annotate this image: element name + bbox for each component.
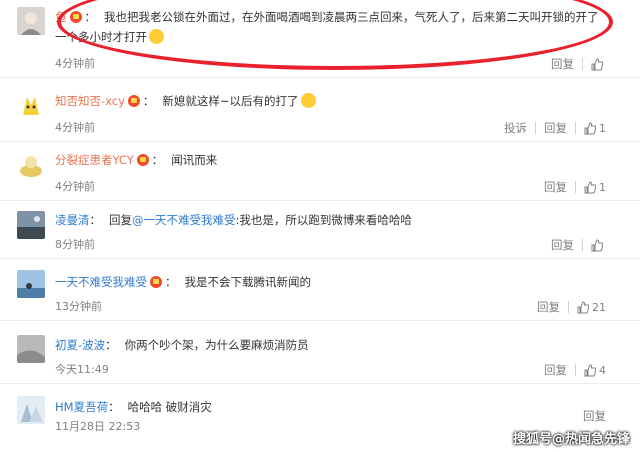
- comment-actions: 回复: [543, 56, 606, 72]
- username[interactable]: 知否知否-xcy: [55, 94, 125, 108]
- colon-text: ：: [151, 153, 164, 167]
- divider: [575, 364, 576, 376]
- avatar[interactable]: [17, 270, 45, 298]
- like-count: 4: [599, 363, 606, 377]
- comment-item: 知否知否-xcy ： 新媳就这样~以后有的打了 4分钟前 投诉 回复 1: [0, 86, 640, 142]
- thumbs-up-icon: [584, 180, 596, 193]
- thumbs-up-icon: [584, 121, 596, 134]
- colon-text: ：: [105, 338, 117, 352]
- comment-content: 凌曼清： 回复@一天不难受我难受:我也是，所以跑到微博来看哈哈哈: [55, 211, 615, 229]
- colon-text: ：: [89, 213, 102, 227]
- avatar[interactable]: [17, 151, 45, 179]
- like-button[interactable]: 4: [584, 364, 606, 377]
- comment-time: 11月28日 22:53: [55, 420, 141, 433]
- colon-text: ：: [142, 94, 155, 108]
- comment-text: 我是不会下载腾讯新闻的: [184, 275, 312, 289]
- thumbs-up-icon: [591, 57, 603, 70]
- thumbs-up-icon: [577, 300, 589, 313]
- comment-time: 8分钟前: [55, 238, 95, 251]
- comment-content-continued: 一个多小时才打开: [55, 28, 164, 46]
- comment-actions: 投诉 回复 1: [496, 120, 606, 136]
- avatar[interactable]: [17, 335, 45, 363]
- colon-text: ：: [84, 10, 97, 24]
- comment-item: 凌曼清： 回复@一天不难受我难受:我也是，所以跑到微博来看哈哈哈 8分钟前 回复: [0, 203, 640, 259]
- like-count: 1: [599, 121, 606, 135]
- comment-text: 我也把我老公锁在外面过，在外面喝酒喝到凌晨两三点回来，气死人了，后来第二天叫开锁…: [104, 10, 599, 24]
- comment-actions: 回复: [575, 408, 606, 424]
- divider: [575, 122, 576, 134]
- username[interactable]: HM夏吾荷: [55, 400, 108, 414]
- report-button[interactable]: 投诉: [504, 120, 527, 136]
- like-button[interactable]: [591, 57, 606, 71]
- colon-text: ：: [165, 275, 177, 289]
- like-button[interactable]: [591, 238, 606, 252]
- comment-text: 你两个吵个架，为什么要麻烦消防员: [124, 338, 309, 352]
- comment-text-2: 一个多小时才打开: [55, 30, 147, 44]
- username[interactable]: 凌曼清: [55, 213, 90, 227]
- username[interactable]: 分裂症患者YCY: [55, 153, 134, 167]
- comment-item: 初夏-波波： 你两个吵个架，为什么要麻烦消防员 今天11:49 回复 4: [0, 326, 640, 384]
- comment-time: 4分钟前: [55, 180, 95, 193]
- comment-text: 我也是，所以跑到微博来看哈哈哈: [239, 213, 412, 227]
- like-button[interactable]: 21: [577, 301, 606, 314]
- divider: [575, 181, 576, 193]
- divider: [535, 122, 536, 134]
- comment-actions: 回复 4: [536, 362, 606, 378]
- like-count: 21: [592, 300, 606, 314]
- mention-link[interactable]: @一天不难受我难受: [132, 213, 236, 227]
- reply-button[interactable]: 回复: [583, 408, 606, 424]
- divider: [582, 239, 583, 251]
- comment-text: 闻讯而来: [171, 153, 218, 167]
- avatar[interactable]: [17, 91, 45, 119]
- comment-content: 分裂症患者YCY ： 闻讯而来: [55, 151, 615, 169]
- username[interactable]: 初夏-波波: [55, 338, 105, 352]
- avatar[interactable]: [17, 211, 45, 239]
- thumbs-up-icon: [584, 363, 596, 376]
- comment-time: 4分钟前: [55, 57, 95, 70]
- like-count: 1: [599, 180, 606, 194]
- comment-item: 一天不难受我难受 ： 我是不会下载腾讯新闻的 13分钟前 回复 21: [0, 263, 640, 321]
- comment-item: 鱼 ： 我也把我老公锁在外面过，在外面喝酒喝到凌晨两三点回来，气死人了，后来第二天叫…: [0, 0, 640, 78]
- comment-text: 哈哈哈 破财消灾: [127, 400, 212, 414]
- vip-badge-icon: [69, 11, 82, 23]
- username[interactable]: 鱼: [55, 10, 67, 24]
- vip-badge-icon: [127, 95, 140, 107]
- like-button[interactable]: 1: [584, 181, 606, 194]
- reply-button[interactable]: 回复: [537, 299, 560, 315]
- reply-button[interactable]: 回复: [544, 120, 567, 136]
- comment-content: 初夏-波波： 你两个吵个架，为什么要麻烦消防员: [55, 336, 615, 354]
- divider: [568, 301, 569, 313]
- reply-button[interactable]: 回复: [544, 362, 567, 378]
- smile-emoji-icon: [149, 29, 164, 44]
- watermark: 搜狐号@热闻急先锋: [512, 432, 630, 447]
- avatar[interactable]: [17, 396, 45, 424]
- comment-time: 13分钟前: [55, 300, 102, 313]
- vip-badge-icon: [150, 276, 162, 288]
- reply-button[interactable]: 回复: [551, 56, 574, 72]
- username[interactable]: 一天不难受我难受: [55, 275, 147, 289]
- like-button[interactable]: 1: [584, 122, 606, 135]
- comment-time: 4分钟前: [55, 121, 95, 134]
- laugh-emoji-icon: [300, 93, 316, 108]
- thumbs-up-icon: [591, 238, 603, 251]
- comment-item: 分裂症患者YCY ： 闻讯而来 4分钟前 回复 1: [0, 145, 640, 201]
- reply-prefix: 回复: [109, 213, 132, 227]
- comment-content: 知否知否-xcy ： 新媳就这样~以后有的打了: [55, 92, 615, 110]
- comment-actions: 回复 21: [529, 299, 606, 315]
- comment-text: 新媳就这样~以后有的打了: [162, 94, 299, 108]
- comment-actions: 回复: [543, 237, 606, 253]
- comment-actions: 回复 1: [536, 179, 606, 195]
- vip-badge-icon: [136, 154, 149, 166]
- avatar[interactable]: [17, 7, 45, 35]
- reply-button[interactable]: 回复: [544, 179, 567, 195]
- colon-text: ：: [108, 400, 120, 414]
- comment-content: 鱼 ： 我也把我老公锁在外面过，在外面喝酒喝到凌晨两三点回来，气死人了，后来第二天叫…: [55, 8, 615, 26]
- divider: [582, 58, 583, 70]
- comment-content: HM夏吾荷： 哈哈哈 破财消灾: [55, 398, 615, 416]
- comment-content: 一天不难受我难受 ： 我是不会下载腾讯新闻的: [55, 273, 615, 291]
- reply-button[interactable]: 回复: [551, 237, 574, 253]
- comment-time: 今天11:49: [55, 363, 109, 376]
